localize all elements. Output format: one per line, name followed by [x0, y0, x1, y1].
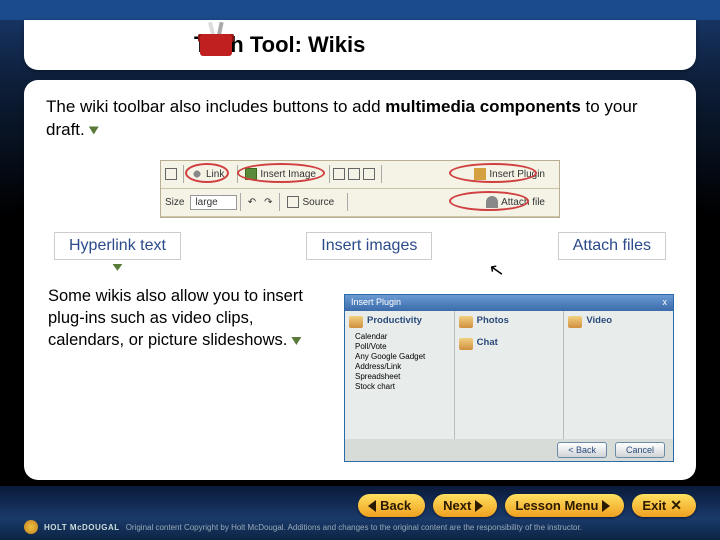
- plugin-back-button[interactable]: < Back: [557, 442, 607, 458]
- arrow-right-icon: [602, 500, 610, 512]
- insert-plugin-window: Insert Plugin x Productivity Calendar Po…: [344, 294, 674, 462]
- close-icon[interactable]: x: [663, 297, 668, 309]
- label-hyperlink: Hyperlink text: [54, 232, 181, 260]
- plugin-cat-productivity[interactable]: Productivity: [367, 315, 422, 326]
- plugin-cat-video[interactable]: Video: [586, 315, 612, 326]
- tb-source: Source: [302, 197, 334, 208]
- list-item[interactable]: Poll/Vote: [355, 342, 450, 352]
- arrow-down-icon: [89, 126, 99, 134]
- tb-size-label: Size: [165, 197, 184, 208]
- list-item[interactable]: Address/Link: [355, 362, 450, 372]
- intro-text: The wiki toolbar also includes buttons t…: [46, 96, 674, 142]
- arrow-left-icon: [368, 500, 376, 512]
- back-button[interactable]: Back: [358, 494, 425, 517]
- lesson-menu-button[interactable]: Lesson Menu: [505, 494, 624, 517]
- tb-size-value: large: [190, 195, 236, 210]
- title-bar: Tech Tool: Wikis: [24, 20, 696, 70]
- list-item[interactable]: Calendar: [355, 332, 450, 342]
- label-images: Insert images: [306, 232, 432, 260]
- arrow-down-icon: [112, 264, 122, 271]
- plugin-cancel-button[interactable]: Cancel: [615, 442, 665, 458]
- list-item[interactable]: Spreadsheet: [355, 372, 450, 382]
- content-card: The wiki toolbar also includes buttons t…: [24, 80, 696, 480]
- plugin-cat-chat[interactable]: Chat: [477, 337, 498, 348]
- toolbox-icon: [198, 22, 234, 56]
- plugin-cat-photos[interactable]: Photos: [477, 315, 509, 326]
- exit-button[interactable]: Exit✕: [632, 494, 696, 517]
- footer: Back Next Lesson Menu Exit✕ HOLT McDOUGA…: [0, 486, 720, 540]
- list-item[interactable]: Any Google Gadget: [355, 352, 450, 362]
- x-icon: ✕: [670, 497, 682, 514]
- list-item[interactable]: Stock chart: [355, 382, 450, 392]
- arrow-right-icon: [475, 500, 483, 512]
- logo-icon: [24, 520, 38, 534]
- brand-text: HOLT McDOUGAL: [44, 523, 120, 532]
- label-attach: Attach files: [558, 232, 666, 260]
- cursor-icon: ↖: [487, 259, 506, 282]
- copyright-text: Original content Copyright by Holt McDou…: [126, 523, 582, 532]
- plugin-window-title: Insert Plugin: [351, 297, 401, 309]
- wiki-toolbar-image: Link Insert Image Insert Plugin Size lar…: [160, 160, 560, 218]
- lower-text: Some wikis also allow you to insert plug…: [46, 283, 321, 354]
- next-button[interactable]: Next: [433, 494, 497, 517]
- intro-bold: multimedia components: [385, 97, 581, 116]
- arrow-down-icon: [291, 337, 301, 345]
- intro-pre: The wiki toolbar also includes buttons t…: [46, 97, 385, 116]
